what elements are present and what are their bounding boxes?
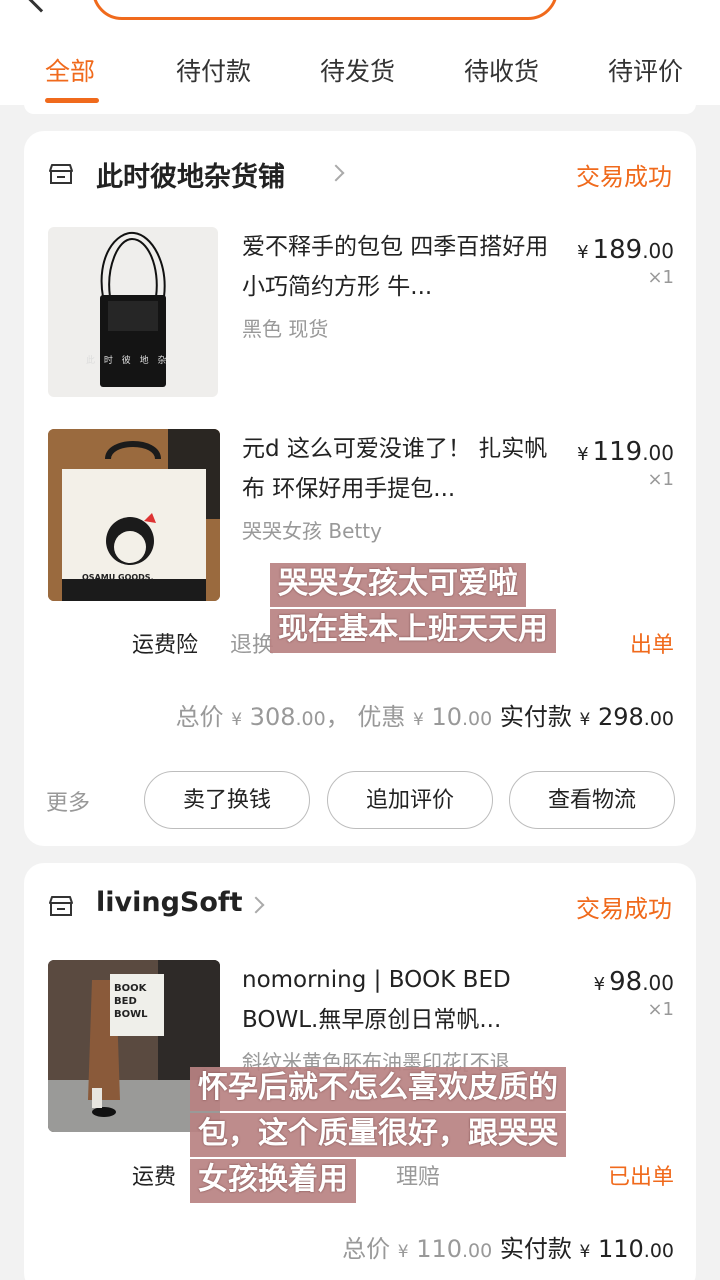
more-button[interactable]: 更多 bbox=[46, 785, 90, 817]
claim-status-label[interactable]: 已出单 bbox=[608, 1159, 674, 1191]
shop-name[interactable]: livingSoft bbox=[96, 887, 243, 918]
return-service-label[interactable]: 退换 bbox=[230, 627, 274, 659]
caption-overlay-line: 包，这个质量很好，跟哭哭 bbox=[190, 1113, 566, 1157]
claim-service-label[interactable]: 理赔 bbox=[396, 1159, 440, 1191]
order-totals: 总价 ¥ 110.00 实付款 ¥ 110.00 bbox=[342, 1235, 674, 1263]
tab-pending-shipment[interactable]: 待发货 bbox=[320, 52, 395, 88]
tab-pending-receipt[interactable]: 待收货 bbox=[464, 52, 539, 88]
tab-pending-payment[interactable]: 待付款 bbox=[176, 52, 251, 88]
product-price: ¥189.00 bbox=[577, 235, 674, 265]
order-tabs: 全部 待付款 待发货 待收货 待评价 bbox=[0, 40, 720, 104]
product-thumbnail[interactable]: 此 时 彼 地 杂 bbox=[48, 227, 218, 397]
shop-icon bbox=[49, 896, 73, 916]
order-totals: 总价 ¥ 308.00， 优惠 ¥ 10.00 实付款 ¥ 298.00 bbox=[175, 703, 674, 731]
view-logistics-button[interactable]: 查看物流 bbox=[509, 771, 675, 829]
active-tab-indicator bbox=[45, 98, 99, 103]
shipping-insurance-label[interactable]: 运费险 bbox=[132, 627, 198, 659]
product-title[interactable]: 爱不释手的包包 四季百搭好用 小巧简约方形 牛... bbox=[242, 227, 562, 307]
header: 全部 待付款 待发货 待收货 待评价 bbox=[0, 0, 720, 105]
caption-overlay-line: 怀孕后就不怎么喜欢皮质的 bbox=[190, 1067, 566, 1111]
order-card[interactable]: 此时彼地杂货铺 交易成功 此 时 彼 地 杂 爱不释手的包包 四季百搭好用 小巧… bbox=[24, 131, 696, 846]
add-review-button[interactable]: 追加评价 bbox=[327, 771, 493, 829]
product-price: ¥119.00 bbox=[577, 437, 674, 467]
claim-status-label[interactable]: 出单 bbox=[630, 627, 674, 659]
shop-name[interactable]: 此时彼地杂货铺 bbox=[96, 155, 285, 194]
thumbnail-watermark: 此 时 彼 地 杂 bbox=[86, 356, 170, 366]
product-quantity: ×1 bbox=[647, 469, 674, 490]
product-quantity: ×1 bbox=[647, 999, 674, 1020]
caption-overlay-line: 女孩换着用 bbox=[190, 1159, 356, 1203]
order-card[interactable]: livingSoft 交易成功 BOOK BED BOWL nomorning … bbox=[24, 863, 696, 1280]
order-status: 交易成功 bbox=[576, 163, 672, 191]
chevron-right-icon bbox=[327, 164, 345, 182]
search-input[interactable] bbox=[92, 0, 558, 20]
tab-pending-review[interactable]: 待评价 bbox=[608, 52, 683, 88]
product-spec: 哭哭女孩 Betty bbox=[242, 519, 382, 543]
product-quantity: ×1 bbox=[647, 267, 674, 288]
product-spec: 黑色 现货 bbox=[242, 317, 329, 341]
thumbnail-print-text: BOOK BED BOWL bbox=[114, 983, 148, 1020]
product-price: ¥98.00 bbox=[593, 967, 674, 997]
product-thumbnail[interactable]: OSAMU GOODS. bbox=[48, 429, 220, 601]
resell-button[interactable]: 卖了换钱 bbox=[144, 771, 310, 829]
tab-all[interactable]: 全部 bbox=[45, 52, 95, 88]
caption-overlay-line: 哭哭女孩太可爱啦 bbox=[270, 563, 526, 607]
previous-order-card-edge bbox=[24, 104, 696, 114]
back-arrow-icon[interactable] bbox=[25, 0, 57, 13]
order-status: 交易成功 bbox=[576, 895, 672, 923]
product-title[interactable]: 元d 这么可爱没谁了！ 扎实帆布 环保好用手提包... bbox=[242, 429, 562, 509]
product-title[interactable]: nomorning | BOOK BED BOWL.無早原创日常帆... bbox=[242, 960, 572, 1040]
thumbnail-print-text: OSAMU GOODS. bbox=[82, 573, 154, 582]
shop-icon bbox=[49, 164, 73, 184]
caption-overlay-line: 现在基本上班天天用 bbox=[270, 609, 556, 653]
shipping-insurance-label[interactable]: 运费 bbox=[132, 1159, 176, 1191]
chevron-right-icon bbox=[247, 896, 265, 914]
